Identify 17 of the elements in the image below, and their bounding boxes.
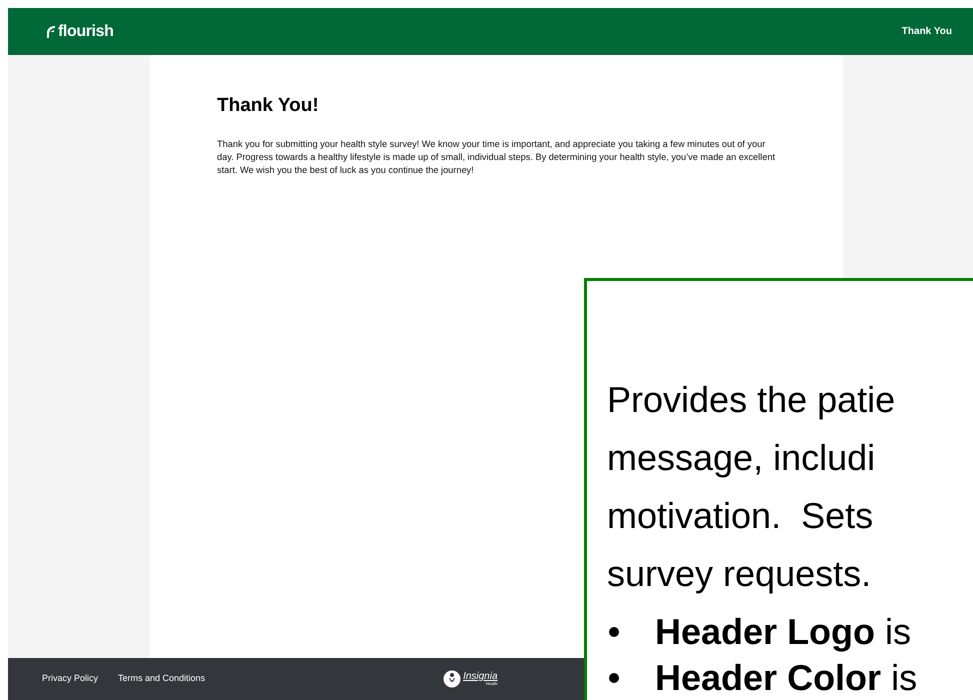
- thank-you-message: Thank you for submitting your health style survey! We know your time is important, and appreciate you taking a few minutes out of your day. Progress towards a healthy lifestyle is made up of small, individual steps. By determining your health style, you’ve made an excellent start. We wish you the best of luck as you continue the journey!: [217, 138, 776, 176]
- callout-text-line: Provides the patie: [607, 378, 896, 422]
- bullet-icon: [609, 673, 619, 683]
- logo-text: flourish: [58, 22, 114, 42]
- page-title: Thank You!: [217, 94, 320, 118]
- leaf-icon: [46, 24, 56, 38]
- brand-name: Insignia: [463, 672, 498, 682]
- callout-text-line: survey requests.: [607, 552, 872, 596]
- bullet-icon: [609, 627, 619, 637]
- callout-text-line: message, includi: [607, 436, 876, 480]
- callout-bullet-text: Header Logo is: [655, 610, 912, 654]
- person-logo-icon: [443, 670, 462, 688]
- nav-link[interactable]: Thank You: [902, 24, 952, 39]
- footer-link[interactable]: Privacy Policy: [42, 672, 98, 686]
- callout-bullet-text: Header Color is: [655, 656, 918, 700]
- callout-text-line: motivation. Sets: [607, 494, 874, 538]
- footer-link[interactable]: Terms and Conditions: [118, 672, 206, 686]
